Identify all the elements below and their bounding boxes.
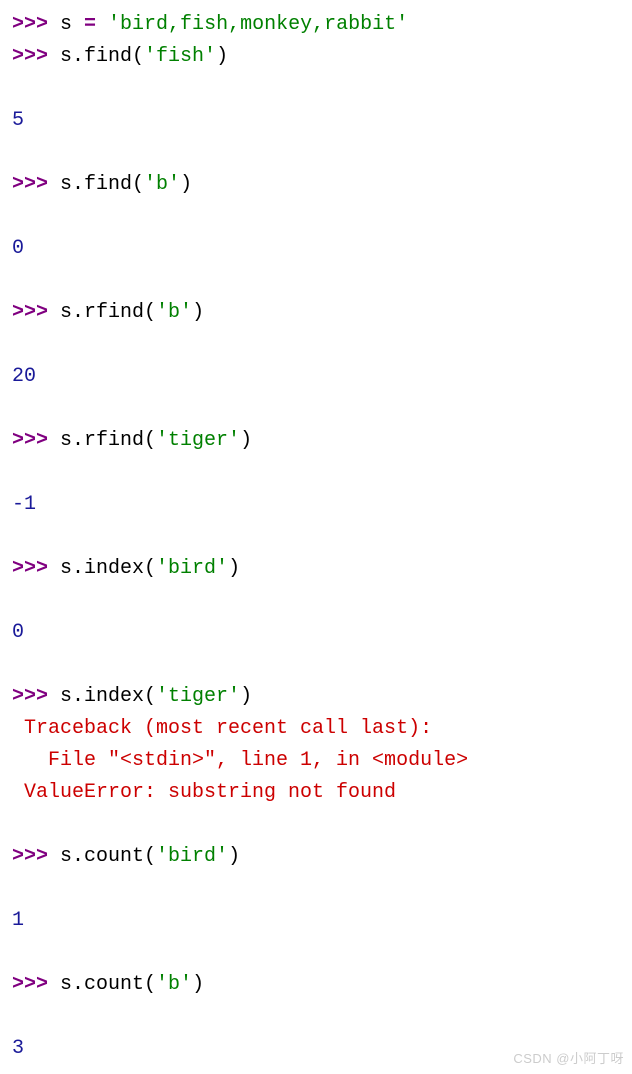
code-line-count-bird: >>> s.count('bird') — [12, 842, 620, 872]
string-literal: 'fish' — [144, 45, 216, 68]
watermark: CSDN @小阿丁呀 — [513, 1049, 624, 1069]
traceback-line: Traceback (most recent call last): — [12, 714, 620, 744]
variable: s — [60, 845, 72, 868]
code-line-index-bird: >>> s.index('bird') — [12, 554, 620, 584]
paren-close: ) — [228, 845, 240, 868]
code-line-rfind-tiger: >>> s.rfind('tiger') — [12, 426, 620, 456]
code-line-assignment: >>> s = 'bird,fish,monkey,rabbit' — [12, 10, 620, 40]
blank-line — [12, 394, 620, 424]
string-literal: 'b' — [156, 301, 192, 324]
operator: = — [84, 13, 108, 36]
method-call: .count( — [72, 845, 156, 868]
string-literal: 'bird,fish,monkey,rabbit' — [108, 13, 408, 36]
paren-close: ) — [216, 45, 228, 68]
prompt: >>> — [12, 685, 60, 708]
blank-line — [12, 874, 620, 904]
blank-line — [12, 522, 620, 552]
prompt: >>> — [12, 557, 60, 580]
prompt: >>> — [12, 13, 60, 36]
blank-line — [12, 586, 620, 616]
paren-close: ) — [180, 173, 192, 196]
method-call: .find( — [72, 45, 144, 68]
output-value: 5 — [12, 106, 620, 136]
code-line-find-b: >>> s.find('b') — [12, 170, 620, 200]
code-line-count-b: >>> s.count('b') — [12, 970, 620, 1000]
variable: s — [60, 685, 72, 708]
method-call: .count( — [72, 973, 156, 996]
prompt: >>> — [12, 301, 60, 324]
blank-line — [12, 202, 620, 232]
string-literal: 'b' — [156, 973, 192, 996]
method-call: .rfind( — [72, 301, 156, 324]
paren-close: ) — [240, 685, 252, 708]
prompt: >>> — [12, 173, 60, 196]
prompt: >>> — [12, 429, 60, 452]
output-value: 0 — [12, 234, 620, 264]
blank-line — [12, 458, 620, 488]
blank-line — [12, 330, 620, 360]
method-call: .index( — [72, 557, 156, 580]
variable: s — [60, 301, 72, 324]
paren-close: ) — [192, 301, 204, 324]
blank-line — [12, 810, 620, 840]
string-literal: 'tiger' — [156, 685, 240, 708]
variable: s — [60, 173, 72, 196]
paren-close: ) — [192, 973, 204, 996]
string-literal: 'bird' — [156, 845, 228, 868]
variable: s — [60, 13, 84, 36]
variable: s — [60, 557, 72, 580]
traceback-line: File "<stdin>", line 1, in <module> — [12, 746, 620, 776]
paren-close: ) — [228, 557, 240, 580]
output-value: 0 — [12, 618, 620, 648]
blank-line — [12, 74, 620, 104]
method-call: .find( — [72, 173, 144, 196]
variable: s — [60, 45, 72, 68]
method-call: .rfind( — [72, 429, 156, 452]
string-literal: 'tiger' — [156, 429, 240, 452]
output-value: -1 — [12, 490, 620, 520]
blank-line — [12, 650, 620, 680]
method-call: .index( — [72, 685, 156, 708]
code-line-find-fish: >>> s.find('fish') — [12, 42, 620, 72]
blank-line — [12, 938, 620, 968]
string-literal: 'bird' — [156, 557, 228, 580]
variable: s — [60, 973, 72, 996]
code-line-rfind-b: >>> s.rfind('b') — [12, 298, 620, 328]
string-literal: 'b' — [144, 173, 180, 196]
blank-line — [12, 138, 620, 168]
output-value: 1 — [12, 906, 620, 936]
code-line-index-tiger: >>> s.index('tiger') — [12, 682, 620, 712]
blank-line — [12, 1002, 620, 1032]
traceback-line: ValueError: substring not found — [12, 778, 620, 808]
paren-close: ) — [240, 429, 252, 452]
blank-line — [12, 266, 620, 296]
prompt: >>> — [12, 973, 60, 996]
prompt: >>> — [12, 845, 60, 868]
variable: s — [60, 429, 72, 452]
prompt: >>> — [12, 45, 60, 68]
output-value: 20 — [12, 362, 620, 392]
